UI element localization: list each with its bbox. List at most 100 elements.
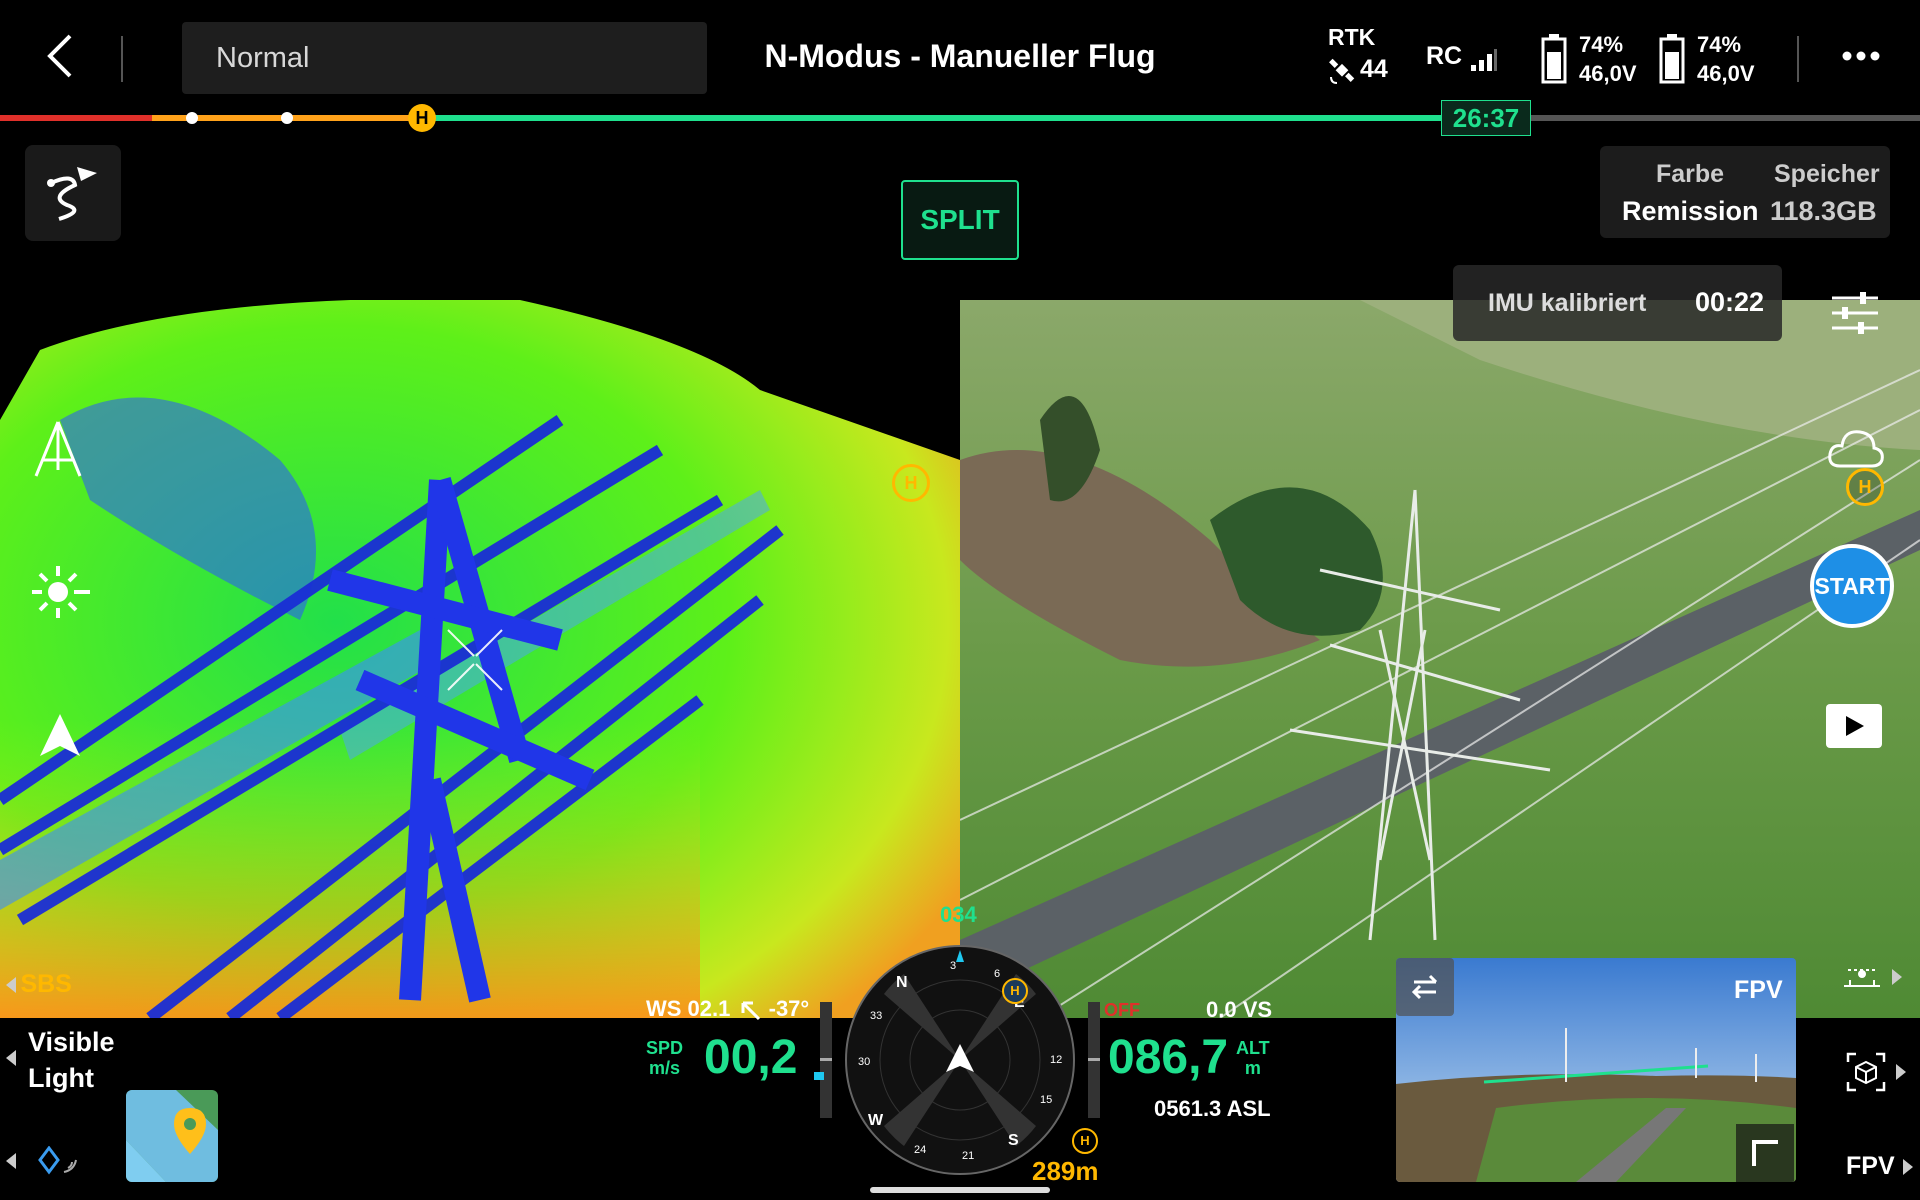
chevron-right-icon xyxy=(1896,1064,1907,1080)
rtk-status[interactable]: RTK 44 xyxy=(1328,24,1398,85)
home-point-marker: H xyxy=(1846,468,1884,506)
rtk-satellite-count: 44 xyxy=(1360,55,1388,83)
fpv-preview[interactable]: FPV xyxy=(1396,958,1796,1182)
play-icon xyxy=(1846,716,1864,736)
vertical-speed: 0.0 VS xyxy=(1206,997,1273,1022)
altitude-value: 086,7 xyxy=(1108,1031,1229,1084)
imu-label: IMU kalibriert xyxy=(1488,289,1647,317)
timeline-marker xyxy=(186,112,198,124)
fpv-toggle[interactable]: FPV xyxy=(1846,1152,1914,1181)
altitude-scale xyxy=(1088,1002,1100,1118)
chevron-left-icon xyxy=(6,1153,16,1169)
lidar-info-panel: Farbe Remission Speicher 118.3GB xyxy=(1600,146,1890,238)
battery-2-percent: 74% xyxy=(1697,32,1742,57)
flight-mode-value: Normal xyxy=(216,42,310,74)
gimbal-mode-toggle[interactable] xyxy=(1840,960,1903,994)
home-return-marker: H xyxy=(408,104,436,132)
chevron-right-icon xyxy=(1892,969,1903,985)
visible-light-camera-view[interactable] xyxy=(960,300,1920,1018)
view-mode-toggle[interactable]: SBS xyxy=(6,970,72,999)
settings-sliders-icon[interactable] xyxy=(1830,290,1880,336)
flight-mode-selector[interactable]: Normal xyxy=(182,22,707,94)
obstacle-sensing-toggle[interactable] xyxy=(6,1146,78,1176)
altitude-label: ALT m xyxy=(1236,1038,1270,1078)
start-recording-button[interactable]: START xyxy=(1810,544,1894,628)
back-button[interactable] xyxy=(42,32,76,80)
battery-icon xyxy=(1659,34,1685,84)
divider xyxy=(1797,36,1799,82)
compass-n: N xyxy=(896,974,908,991)
source-line-2: Light xyxy=(28,1063,94,1093)
wind-direction-arrow-icon xyxy=(739,999,761,1021)
source-line-1: Visible xyxy=(28,1027,115,1057)
navigation-arrow-icon[interactable] xyxy=(36,712,86,762)
page-title: N-Modus - Manueller Flug xyxy=(764,38,1156,74)
cube-scan-icon xyxy=(1846,1052,1886,1092)
speed-scale xyxy=(814,1002,832,1118)
compass-home-marker: H xyxy=(1002,978,1028,1004)
battery-2-voltage: 46,0V xyxy=(1697,61,1755,86)
battery-icon xyxy=(1541,34,1567,84)
divider xyxy=(121,36,123,82)
compass-tick: 21 xyxy=(962,1150,975,1162)
rc-signal[interactable]: RC xyxy=(1426,42,1497,71)
compass-tick: 30 xyxy=(858,1056,871,1068)
compass-tick: 33 xyxy=(870,1010,883,1022)
chevron-left-icon xyxy=(6,1050,16,1066)
heading-value: 034 xyxy=(940,902,977,927)
route-icon xyxy=(45,163,101,223)
compass-tick: 24 xyxy=(914,1144,927,1156)
fpv-bottom-label: FPV xyxy=(1846,1152,1895,1180)
compass-attitude-indicator: N E S W 3 6 12 15 21 24 30 33 xyxy=(844,944,1076,1176)
brightness-icon[interactable] xyxy=(28,560,92,624)
satellite-icon xyxy=(1328,57,1356,85)
compass-w: W xyxy=(868,1112,884,1129)
speed-value: 00,2 xyxy=(704,1031,798,1084)
color-header: Farbe xyxy=(1656,160,1725,188)
rtk-label: RTK xyxy=(1328,24,1376,50)
asl-altitude: 0561.3 ASL xyxy=(1154,1096,1271,1121)
lidar-point-cloud-view[interactable] xyxy=(0,300,960,1018)
speed-label: SPD m/s xyxy=(646,1038,684,1078)
compass-tick: 6 xyxy=(994,968,1001,980)
compass-tick: 12 xyxy=(1050,1054,1063,1066)
fpv-label: FPV xyxy=(1734,976,1783,1004)
timeline-marker xyxy=(281,112,293,124)
map-button[interactable] xyxy=(126,1090,218,1182)
home-distance-marker: H xyxy=(1072,1128,1098,1154)
storage-value: 118.3GB xyxy=(1770,196,1877,226)
playback-button[interactable] xyxy=(1826,704,1882,748)
home-indicator-bar xyxy=(870,1187,1050,1193)
split-button[interactable]: SPLIT xyxy=(901,180,1019,260)
rc-label: RC xyxy=(1426,42,1463,70)
corner-expand-icon xyxy=(1752,1140,1778,1166)
signal-bars-icon xyxy=(1470,49,1497,71)
cloud-upload-icon[interactable] xyxy=(1826,426,1886,470)
compass-tick: 3 xyxy=(950,960,957,972)
obstacle-off-label: OFF xyxy=(1104,1000,1140,1020)
compass-tick: 15 xyxy=(1040,1094,1053,1106)
flight-route-button[interactable] xyxy=(25,145,121,241)
remaining-flight-time: 26:37 xyxy=(1441,100,1531,136)
powerline-mode-icon[interactable] xyxy=(28,420,88,480)
view-mode-label: SBS xyxy=(20,970,72,998)
scan-mode-toggle[interactable] xyxy=(1846,1052,1907,1092)
swap-view-button[interactable] xyxy=(1396,958,1454,1016)
storage-header: Speicher xyxy=(1774,160,1880,188)
battery-1-voltage: 46,0V xyxy=(1579,61,1637,86)
expand-pip-button[interactable] xyxy=(1736,1124,1794,1182)
battery-1-percent: 74% xyxy=(1579,32,1624,57)
radar-diamond-icon xyxy=(38,1146,78,1176)
flight-time-bar xyxy=(0,110,1920,126)
home-point-marker: H xyxy=(892,464,930,502)
gimbal-icon xyxy=(1840,960,1884,994)
camera-source-selector[interactable]: Visible Light xyxy=(6,1024,115,1096)
map-icon xyxy=(126,1090,218,1182)
swap-icon xyxy=(1410,974,1440,1000)
more-menu-button[interactable] xyxy=(1842,50,1880,62)
color-value: Remission xyxy=(1622,196,1759,226)
chevron-right-icon xyxy=(1903,1158,1914,1175)
home-distance: 289m xyxy=(1032,1156,1099,1186)
wind-speed: WS 02.1 -37° xyxy=(646,996,810,1021)
imu-status: IMU kalibriert 00:22 xyxy=(1453,265,1782,341)
